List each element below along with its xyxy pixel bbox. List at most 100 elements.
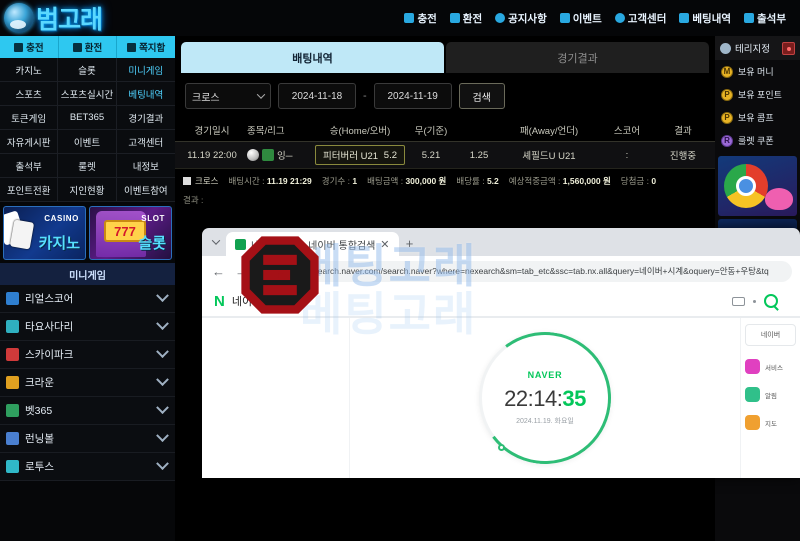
menu-bet365[interactable]: BET365 (58, 106, 117, 130)
chevron-down-icon (156, 457, 169, 471)
naver-right-column: 네이버 서비스 알림 지도 (740, 318, 800, 478)
naver-right-item[interactable]: 서비스 (745, 359, 796, 374)
banner-casino-en: CASINO (44, 214, 79, 223)
clock-seconds: 35 (562, 386, 586, 411)
summary-amount-value: 300,000 원 (405, 175, 447, 186)
bet-history-icon (679, 13, 690, 23)
balance-money[interactable]: M 보유 머니 (715, 60, 800, 83)
menu-roulette[interactable]: 룰렛 (58, 154, 117, 178)
banner-slot-ko: 슬롯 (138, 235, 166, 252)
tab-bet-history[interactable]: 배팅내역 (181, 42, 444, 73)
naver-clock: NAVER 22:14:35 2024.11.19. 화요일 (479, 332, 611, 464)
banner-casino[interactable]: CASINO 카지노 (3, 206, 86, 260)
naver-right-item[interactable]: 지도 (745, 415, 796, 430)
quick-item-exchange[interactable]: 환전 (59, 36, 118, 58)
date-from-input[interactable]: 2024-11-18 (278, 83, 356, 109)
minigame-item-skypark[interactable]: 스카이파크 (0, 341, 175, 369)
balance-comp-label: 보유 콤프 (738, 113, 774, 123)
minigame-item-realscore[interactable]: 리얼스코어 (0, 285, 175, 313)
search-button[interactable]: 검색 (458, 83, 505, 109)
menu-referral-status[interactable]: 지인현황 (58, 178, 117, 202)
minigame-item-lotus[interactable]: 로투스 (0, 453, 175, 481)
quick-item-charge[interactable]: 충전 (0, 36, 59, 58)
minigame-label: 로투스 (25, 461, 54, 473)
keyboard-icon[interactable] (732, 296, 745, 306)
menu-slot[interactable]: 슬롯 (58, 58, 117, 82)
back-icon[interactable]: ← (210, 263, 227, 280)
naver-right-item[interactable]: 알림 (745, 387, 796, 402)
clock-date: 2024.11.19. 화요일 (516, 418, 574, 425)
summary-time-label: 배팅시간 : (228, 175, 265, 186)
quick-item-messages[interactable]: 쪽지함 (117, 36, 175, 58)
menu-free-board[interactable]: 자유게시판 (0, 130, 59, 154)
withdraw-icon (72, 42, 82, 52)
site-logo[interactable]: 범고래 (0, 0, 175, 36)
row-home-pick[interactable]: 피터버러 U21 5.2 (315, 145, 405, 165)
th-datetime: 경기일시 (194, 125, 230, 137)
balance-point[interactable]: P 보유 포인트 (715, 83, 800, 106)
menu-bet-history[interactable]: 베팅내역 (116, 82, 175, 106)
table-row[interactable]: 11.19 22:00 잉─ 피터버러 U21 5.2 5.21 1.25 셰필… (175, 142, 715, 168)
menu-event-join[interactable]: 이벤트참여 (116, 178, 175, 202)
menu-sports-live[interactable]: 스포츠실시간 (58, 82, 117, 106)
new-tab-button[interactable]: + (401, 234, 419, 252)
banner-slot-en: SLOT (141, 214, 165, 223)
topnav-item-support[interactable]: 고객센터 (614, 11, 666, 26)
message-icon (127, 42, 137, 52)
topnav-item-attendance[interactable]: 출석부 (744, 11, 786, 26)
minigame-item-crown[interactable]: 크라운 (0, 369, 175, 397)
menu-sports[interactable]: 스포츠 (0, 82, 59, 106)
league-flag-icon (262, 149, 274, 161)
search-icon[interactable] (764, 294, 778, 308)
menu-my-info[interactable]: 내정보 (116, 154, 175, 178)
topnav-item-notice[interactable]: 공지사항 (495, 11, 547, 26)
minigame-item-tayoladder[interactable]: 타요사다리 (0, 313, 175, 341)
menu-minigame[interactable]: 미니게임 (116, 58, 175, 82)
topnav-label: 베팅내역 (692, 12, 732, 25)
banner-slot[interactable]: 777 SLOT 슬롯 (89, 206, 172, 260)
promo-banner-chrome[interactable] (718, 156, 797, 216)
balance-point-label: 보유 포인트 (738, 90, 782, 100)
menu-point-exchange[interactable]: 포인트전환 (0, 178, 59, 202)
content-tabs: 배팅내역 경기결과 (175, 36, 715, 74)
topnav-item-exchange[interactable]: 환전 (449, 11, 482, 26)
menu-attendance[interactable]: 출석부 (0, 154, 59, 178)
minigame-item-runningball[interactable]: 런닝볼 (0, 425, 175, 453)
attendance-icon (744, 13, 755, 23)
topnav-item-event[interactable]: 이벤트 (559, 11, 602, 26)
date-separator: - (363, 90, 367, 102)
menu-match-results[interactable]: 경기결과 (116, 106, 175, 130)
menu-support[interactable]: 고객센터 (116, 130, 175, 154)
reload-icon[interactable]: ⟳ (256, 263, 273, 280)
checkbox-icon[interactable] (183, 176, 191, 185)
balance-comp[interactable]: P 보유 콤프 (715, 106, 800, 129)
menu-event[interactable]: 이벤트 (58, 130, 117, 154)
notification-badge[interactable] (782, 41, 795, 55)
selected-pick[interactable]: 피터버러 U21 5.2 (315, 145, 405, 165)
forward-icon[interactable]: → (233, 263, 250, 280)
roulette-coupon[interactable]: R 룰렛 쿠폰 (715, 129, 800, 152)
clock-hour-minute: 22:14: (504, 386, 563, 411)
topnav-item-bet-history[interactable]: 베팅내역 (679, 11, 731, 26)
user-info-row[interactable]: 테리지정 (715, 36, 800, 60)
chevron-down-icon (156, 373, 169, 387)
browser-tab[interactable]: 네이버 시계 : 네이버 통합검색 ✕ (226, 232, 399, 256)
minigame-item-bet365[interactable]: 벳365 (0, 397, 175, 425)
roulette-coupon-icon: R (721, 134, 733, 147)
sidebar-banners: CASINO 카지노 777 SLOT 슬롯 (0, 202, 175, 263)
date-to-input[interactable]: 2024-11-19 (373, 83, 452, 109)
naver-search-header: N 네이버 시계 (202, 286, 800, 318)
close-icon[interactable]: ✕ (380, 238, 389, 251)
balance-money-label: 보유 머니 (738, 67, 774, 77)
bet-type-select[interactable]: 크로스 (185, 83, 271, 109)
mascot-icon (765, 188, 793, 210)
tab-search-icon[interactable] (208, 234, 224, 250)
menu-casino[interactable]: 카지노 (0, 58, 59, 82)
minigame-label: 타요사다리 (25, 321, 74, 333)
topnav-item-charge[interactable]: 충전 (404, 11, 437, 26)
tab-match-results[interactable]: 경기결과 (446, 42, 709, 73)
naver-search-query[interactable]: 네이버 시계 (232, 293, 286, 309)
menu-token-game[interactable]: 토큰게임 (0, 106, 59, 130)
naver-right-box[interactable]: 네이버 (745, 324, 796, 346)
address-bar[interactable]: https://search.naver.com/search.naver?wh… (279, 260, 792, 282)
